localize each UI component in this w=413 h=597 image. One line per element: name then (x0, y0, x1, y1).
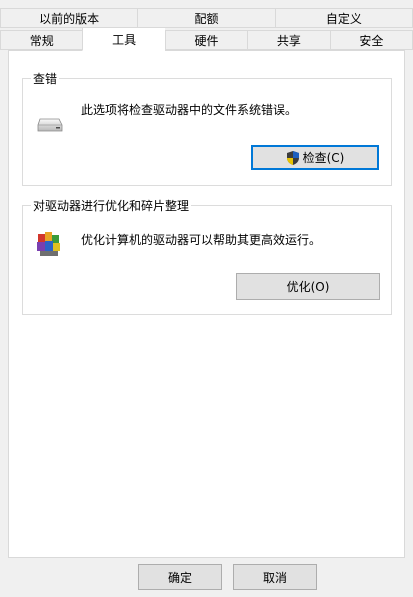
optimize-button-label: 优化(O) (286, 280, 330, 294)
tab-previous-versions[interactable]: 以前的版本 (0, 8, 138, 28)
check-button-label: 检查(C) (302, 151, 345, 165)
tab-row-back: 以前的版本 配额 自定义 (0, 8, 413, 28)
optimize-title: 对驱动器进行优化和碎片整理 (31, 197, 192, 214)
tab-tools[interactable]: 工具 (82, 27, 165, 51)
optimize-button[interactable]: 优化(O) (236, 273, 380, 300)
tab-customize[interactable]: 自定义 (274, 8, 413, 28)
tab-hardware[interactable]: 硬件 (164, 30, 248, 50)
ok-button-label: 确定 (167, 570, 192, 585)
cancel-button[interactable]: 取消 (233, 564, 317, 590)
tab-quota[interactable]: 配额 (137, 8, 275, 28)
error-check-title: 查错 (31, 70, 60, 87)
tab-row-front: 常规 工具 硬件 共享 安全 (0, 27, 413, 51)
tab-general[interactable]: 常规 (0, 30, 83, 50)
error-check-description: 此选项将检查驱动器中的文件系统错误。 (81, 103, 298, 117)
uac-shield-icon (286, 150, 300, 166)
drive-icon (37, 115, 63, 133)
ok-button[interactable]: 确定 (138, 564, 222, 590)
optimize-group: 对驱动器进行优化和碎片整理 优化计算机的驱动器可以帮助其更高效运行。 优化(O) (22, 197, 392, 315)
optimize-description: 优化计算机的驱动器可以帮助其更高效运行。 (81, 233, 322, 247)
tab-security[interactable]: 安全 (329, 30, 413, 50)
error-check-group: 查错 此选项将检查驱动器中的文件系统错误。 检查(C) (22, 70, 392, 186)
tab-sharing[interactable]: 共享 (247, 30, 330, 50)
check-button[interactable]: 检查(C) (251, 145, 379, 170)
cancel-button-label: 取消 (262, 570, 287, 585)
defrag-icon (35, 230, 63, 258)
